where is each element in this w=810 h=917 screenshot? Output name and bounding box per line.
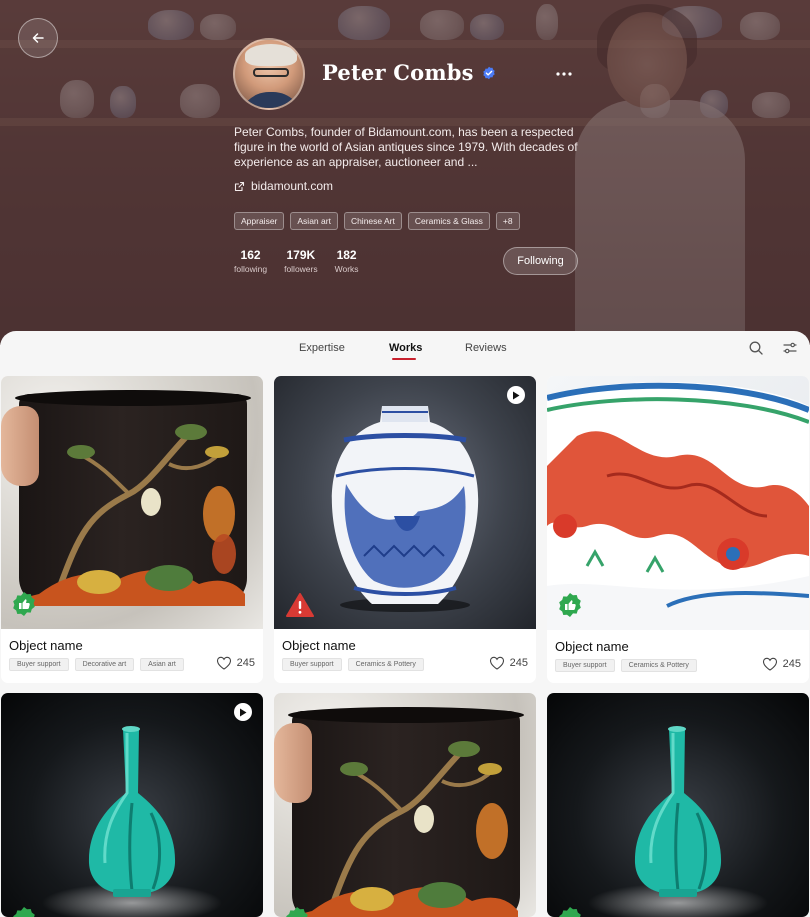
profile-tag[interactable]: Ceramics & Glass [407, 212, 490, 230]
profile-page: Peter Combs Peter Combs, founder of Bida… [0, 0, 810, 917]
content-tabs-bar: Expertise Works Reviews [0, 331, 810, 369]
profile-stats: 162 following 179K followers 182 Works [234, 248, 359, 275]
like-button[interactable]: 245 [216, 656, 255, 670]
stat-following[interactable]: 162 following [234, 248, 267, 275]
tab-expertise[interactable]: Expertise [299, 342, 345, 354]
profile-name-row: Peter Combs [322, 60, 496, 85]
profile-tag[interactable]: Chinese Art [343, 212, 402, 230]
work-tags: Buyer support Ceramics & Pottery [282, 658, 424, 671]
work-image[interactable] [547, 376, 809, 630]
object-name: Object name [282, 638, 356, 653]
filter-sliders-icon[interactable] [782, 340, 798, 356]
like-count: 245 [509, 657, 528, 669]
work-tag[interactable]: Buyer support [282, 658, 342, 671]
work-tags: Buyer support Decorative art Asian art [9, 658, 184, 671]
stat-works[interactable]: 182 Works [335, 248, 359, 275]
more-options-button[interactable] [552, 62, 576, 86]
work-tag[interactable]: Buyer support [9, 658, 69, 671]
work-tag[interactable]: Ceramics & Pottery [620, 659, 697, 672]
play-video-button[interactable] [234, 703, 252, 721]
profile-bio: Peter Combs, founder of Bidamount.com, h… [234, 125, 578, 169]
work-card-info: Object name Buyer support Decorative art… [1, 629, 263, 683]
work-tag[interactable]: Buyer support [555, 659, 615, 672]
work-tags: Buyer support Ceramics & Pottery [555, 659, 697, 672]
play-icon [240, 708, 247, 716]
profile-tags: Appraiser Asian art Chinese Art Ceramics… [234, 212, 520, 230]
work-image[interactable] [547, 693, 809, 917]
heart-icon [762, 657, 777, 671]
approved-badge-icon [559, 907, 581, 917]
work-card[interactable]: Object name Buyer support Ceramics & Pot… [547, 376, 809, 683]
verified-badge-icon [482, 66, 495, 79]
heart-icon [489, 656, 504, 670]
active-tab-indicator [392, 358, 416, 360]
work-card[interactable]: Object name Buyer support Ceramics & Pot… [274, 376, 536, 683]
stat-label: following [234, 264, 268, 274]
search-icon[interactable] [748, 340, 764, 356]
following-button[interactable]: Following [503, 247, 578, 275]
avatar[interactable] [233, 38, 305, 110]
work-tag[interactable]: Decorative art [74, 658, 135, 671]
work-image[interactable] [1, 693, 263, 917]
website-label: bidamount.com [251, 179, 334, 193]
work-card[interactable] [1, 693, 263, 917]
external-link-icon [234, 181, 245, 191]
stat-followers[interactable]: 179K followers [284, 248, 318, 275]
work-image[interactable] [274, 693, 536, 917]
object-name: Object name [555, 639, 629, 654]
like-count: 245 [236, 657, 255, 669]
profile-header: Peter Combs Peter Combs, founder of Bida… [0, 0, 810, 345]
work-card[interactable] [274, 693, 536, 917]
warning-badge-icon [286, 593, 314, 617]
more-tags-button[interactable]: +8 [495, 212, 520, 230]
stat-label: Works [334, 264, 359, 274]
arrow-left-icon [32, 33, 44, 43]
tab-reviews[interactable]: Reviews [465, 342, 507, 354]
website-link[interactable]: bidamount.com [234, 179, 333, 193]
profile-name: Peter Combs [322, 60, 474, 85]
object-name: Object name [9, 638, 83, 653]
work-image[interactable] [274, 376, 536, 629]
back-button[interactable] [18, 18, 58, 58]
approved-badge-icon [286, 907, 308, 917]
play-video-button[interactable] [507, 386, 525, 404]
like-button[interactable]: 245 [489, 656, 528, 670]
stat-value: 179K [286, 248, 316, 262]
work-tag[interactable]: Asian art [140, 658, 184, 671]
profile-tag[interactable]: Appraiser [234, 212, 285, 230]
more-horizontal-icon [556, 72, 572, 76]
stat-value: 182 [336, 248, 357, 262]
work-card[interactable] [547, 693, 809, 917]
work-image[interactable] [1, 376, 263, 629]
tab-works[interactable]: Works [389, 342, 422, 354]
approved-badge-icon [559, 593, 581, 617]
work-tag[interactable]: Ceramics & Pottery [347, 658, 424, 671]
work-card[interactable]: Object name Buyer support Decorative art… [1, 376, 263, 683]
profile-tag[interactable]: Asian art [290, 212, 338, 230]
work-card-info: Object name Buyer support Ceramics & Pot… [274, 629, 536, 683]
work-card-info: Object name Buyer support Ceramics & Pot… [547, 630, 809, 683]
approved-badge-icon [13, 592, 35, 616]
like-button[interactable]: 245 [762, 657, 801, 671]
approved-badge-icon [13, 907, 35, 917]
stat-label: followers [284, 264, 318, 274]
play-icon [513, 391, 520, 399]
like-count: 245 [782, 658, 801, 670]
heart-icon [216, 656, 231, 670]
stat-value: 162 [240, 248, 261, 262]
